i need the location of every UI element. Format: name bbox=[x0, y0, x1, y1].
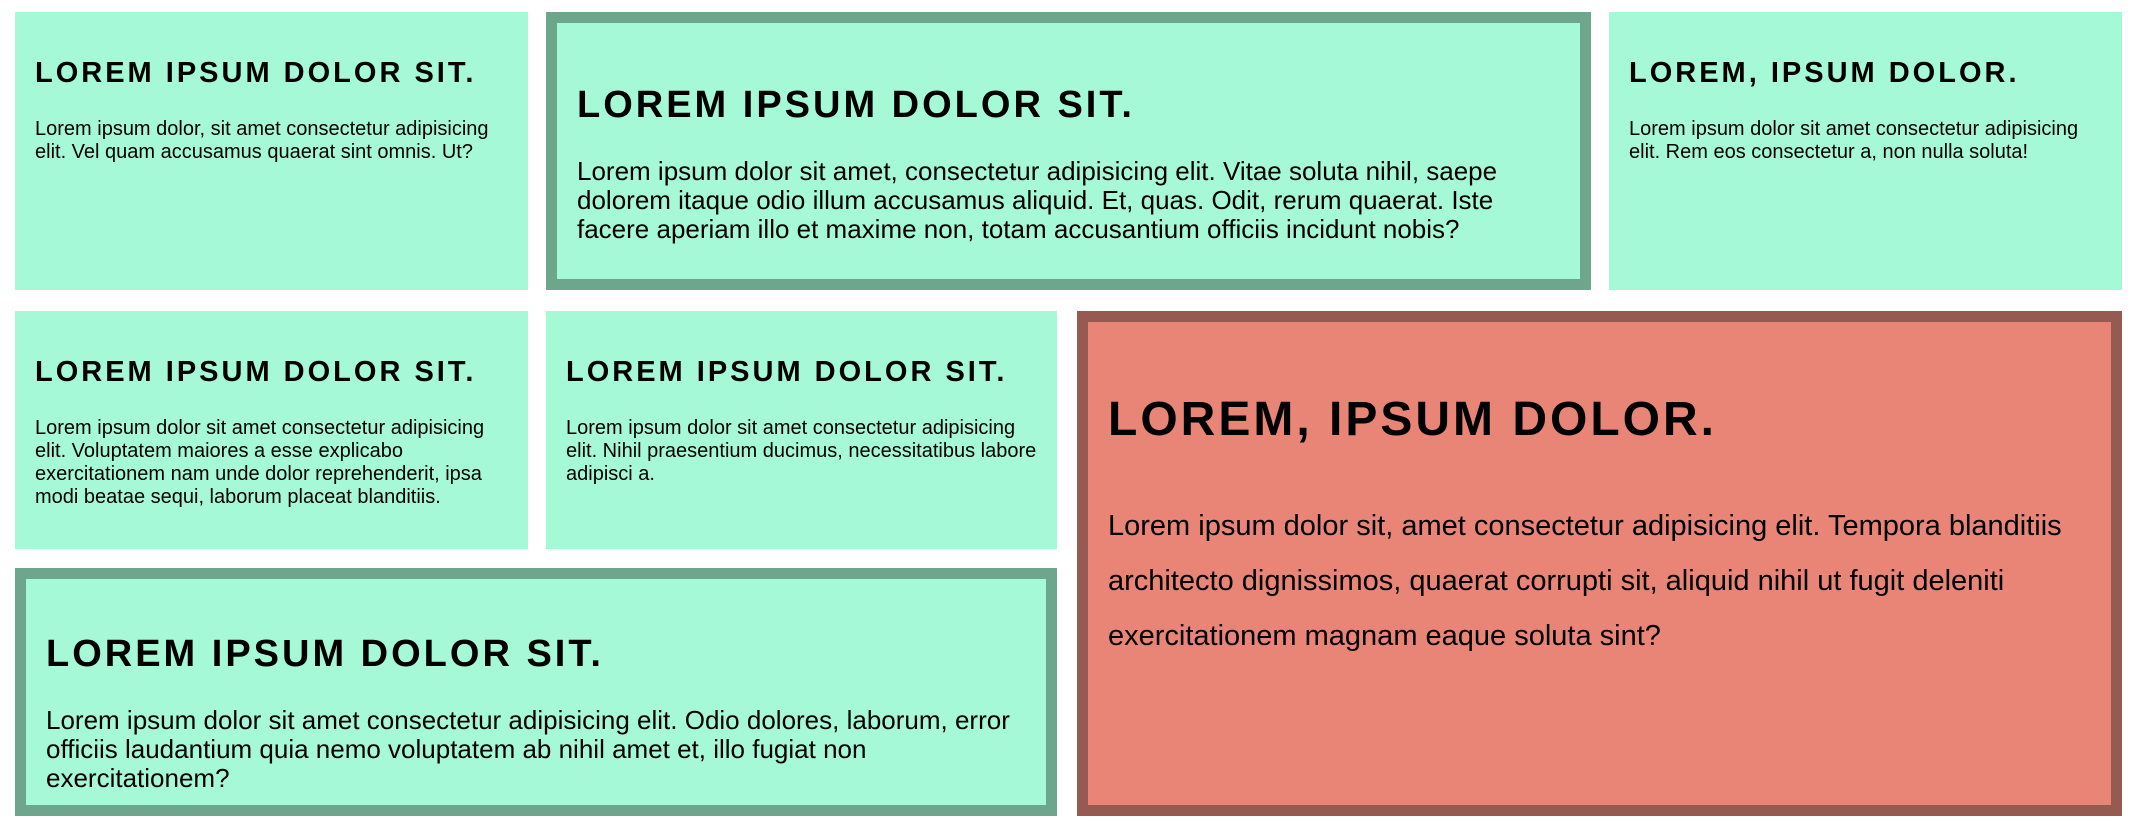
card-2-featured: LOREM IPSUM DOLOR SIT. Lorem ipsum dolor… bbox=[546, 12, 1591, 290]
card-7-featured: LOREM IPSUM DOLOR SIT. Lorem ipsum dolor… bbox=[15, 568, 1057, 816]
card-title: LOREM IPSUM DOLOR SIT. bbox=[566, 356, 1008, 388]
card-title: LOREM IPSUM DOLOR SIT. bbox=[46, 633, 604, 675]
card-text: Lorem ipsum dolor sit amet consectetur a… bbox=[46, 704, 1010, 793]
card-6-highlight: LOREM, IPSUM DOLOR. Lorem ipsum dolor si… bbox=[1077, 311, 2122, 816]
card-text: Lorem ipsum dolor sit amet consectetur a… bbox=[1629, 118, 2079, 164]
card-text: Lorem ipsum dolor sit amet consectetur a… bbox=[35, 417, 485, 509]
card-text: Lorem ipsum dolor sit amet, consectetur … bbox=[577, 155, 1498, 244]
card-3: LOREM, IPSUM DOLOR. Lorem ipsum dolor si… bbox=[1609, 12, 2122, 290]
card-title: LOREM, IPSUM DOLOR. bbox=[1108, 393, 1717, 446]
card-4: LOREM IPSUM DOLOR SIT. Lorem ipsum dolor… bbox=[15, 311, 528, 549]
card-title: LOREM IPSUM DOLOR SIT. bbox=[35, 356, 477, 388]
card-title: LOREM, IPSUM DOLOR. bbox=[1629, 57, 2020, 89]
card-title: LOREM IPSUM DOLOR SIT. bbox=[577, 84, 1135, 126]
card-text: Lorem ipsum dolor, sit amet consectetur … bbox=[35, 118, 489, 164]
card-1: LOREM IPSUM DOLOR SIT. Lorem ipsum dolor… bbox=[15, 12, 528, 290]
card-5: LOREM IPSUM DOLOR SIT. Lorem ipsum dolor… bbox=[546, 311, 1057, 549]
card-title: LOREM IPSUM DOLOR SIT. bbox=[35, 57, 477, 89]
card-text: Lorem ipsum dolor sit, amet consectetur … bbox=[1108, 509, 2062, 652]
card-text: Lorem ipsum dolor sit amet consectetur a… bbox=[566, 417, 1037, 486]
